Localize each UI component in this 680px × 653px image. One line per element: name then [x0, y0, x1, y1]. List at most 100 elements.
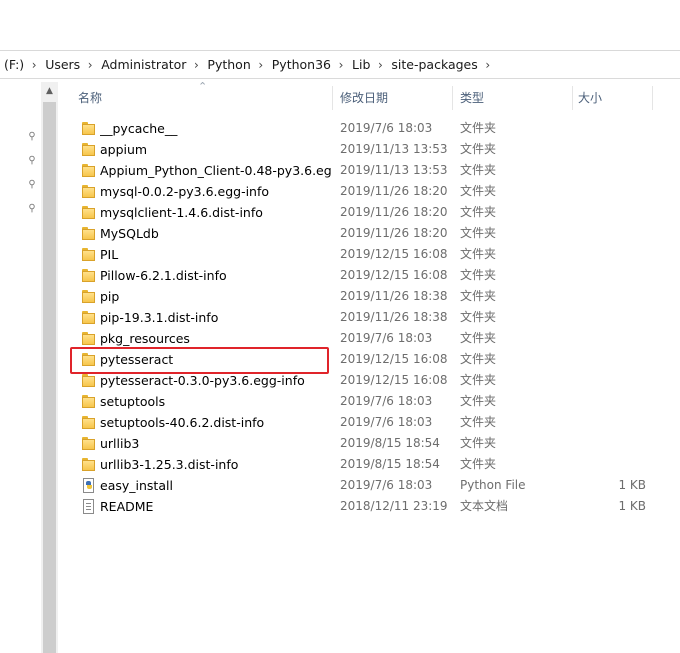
file-name[interactable]: urllib3 — [100, 433, 332, 454]
breadcrumb-label[interactable]: Python36 — [268, 57, 334, 72]
column-divider[interactable] — [652, 86, 653, 110]
breadcrumb-item[interactable]: Python — [203, 51, 267, 78]
breadcrumb-label[interactable]: (F:) — [0, 57, 27, 72]
file-row[interactable]: pkg_resources 2019/7/6 18:03 文件夹 — [58, 328, 680, 349]
file-name[interactable]: mysql-0.0.2-py3.6.egg-info — [100, 181, 332, 202]
file-date: 2019/7/6 18:03 — [340, 121, 433, 135]
pin-icon[interactable]: ⚲ — [26, 131, 38, 143]
column-header-size[interactable]: 大小 — [578, 84, 602, 112]
file-row[interactable]: pip-19.3.1.dist-info 2019/11/26 18:38 文件夹 — [58, 307, 680, 328]
file-row[interactable]: urllib3 2019/8/15 18:54 文件夹 — [58, 433, 680, 454]
breadcrumb-label[interactable]: Administrator — [97, 57, 189, 72]
file-type: 文件夹 — [460, 331, 497, 345]
file-size: 1 KB — [618, 478, 646, 492]
column-header-date[interactable]: 修改日期 — [340, 84, 388, 112]
breadcrumb-item[interactable]: site-packages — [387, 51, 494, 78]
file-row[interactable]: MySQLdb 2019/11/26 18:20 文件夹 — [58, 223, 680, 244]
file-row[interactable]: Pillow-6.2.1.dist-info 2019/12/15 16:08 文件… — [58, 265, 680, 286]
file-row[interactable]: appium 2019/11/13 13:53 文件夹 — [58, 139, 680, 160]
file-size — [578, 181, 646, 202]
chevron-right-icon[interactable] — [83, 58, 97, 72]
breadcrumb-item[interactable]: Lib — [348, 51, 387, 78]
file-row[interactable]: urllib3-1.25.3.dist-info 2019/8/15 18:54 文… — [58, 454, 680, 475]
file-name[interactable]: README — [100, 496, 332, 517]
file-date: 2019/7/6 18:03 — [340, 394, 433, 408]
breadcrumb-label[interactable]: Lib — [348, 57, 373, 72]
breadcrumb-item[interactable]: (F:) — [0, 51, 41, 78]
file-list: __pycache__ 2019/7/6 18:03 文件夹 appium 2019/… — [58, 118, 680, 517]
file-name[interactable]: mysqlclient-1.4.6.dist-info — [100, 202, 332, 223]
file-date: 2019/8/15 18:54 — [340, 436, 440, 450]
column-divider[interactable] — [452, 86, 453, 110]
chevron-right-icon[interactable] — [334, 58, 348, 72]
breadcrumb-label[interactable]: Users — [41, 57, 83, 72]
navigation-scrollbar[interactable]: ▲ — [41, 82, 58, 653]
file-name[interactable]: pkg_resources — [100, 328, 332, 349]
column-header-type[interactable]: 类型 — [460, 84, 484, 112]
file-name[interactable]: appium — [100, 139, 332, 160]
scrollbar-thumb[interactable] — [43, 102, 56, 653]
file-name[interactable]: pytesseract-0.3.0-py3.6.egg-info — [100, 370, 332, 391]
file-row[interactable]: pytesseract-0.3.0-py3.6.egg-info 2019/12/… — [58, 370, 680, 391]
breadcrumb-label[interactable]: Python — [203, 57, 253, 72]
file-date: 2019/7/6 18:03 — [340, 331, 433, 345]
file-row[interactable]: easy_install 2019/7/6 18:03 Python File 1 K… — [58, 475, 680, 496]
file-date: 2019/7/6 18:03 — [340, 415, 433, 429]
file-size — [578, 433, 646, 454]
pin-icon[interactable]: ⚲ — [26, 155, 38, 167]
breadcrumb-label[interactable]: site-packages — [387, 57, 480, 72]
file-name[interactable]: pip — [100, 286, 332, 307]
column-divider[interactable] — [572, 86, 573, 110]
file-type: 文件夹 — [460, 373, 497, 387]
chevron-right-icon[interactable] — [27, 58, 41, 72]
file-date: 2019/12/15 16:08 — [340, 268, 448, 282]
file-row[interactable]: mysql-0.0.2-py3.6.egg-info 2019/11/26 18:… — [58, 181, 680, 202]
breadcrumb-item[interactable]: Administrator — [97, 51, 203, 78]
file-name[interactable]: setuptools-40.6.2.dist-info — [100, 412, 332, 433]
file-date: 2019/11/13 13:53 — [340, 163, 448, 177]
file-name[interactable]: Appium_Python_Client-0.48-py3.6.egg... — [100, 160, 332, 181]
file-row[interactable]: Appium_Python_Client-0.48-py3.6.egg... 20… — [58, 160, 680, 181]
pin-icon[interactable]: ⚲ — [26, 203, 38, 215]
file-name[interactable]: Pillow-6.2.1.dist-info — [100, 265, 332, 286]
file-name[interactable]: urllib3-1.25.3.dist-info — [100, 454, 332, 475]
file-type: 文件夹 — [460, 457, 497, 471]
file-row[interactable]: PIL 2019/12/15 16:08 文件夹 — [58, 244, 680, 265]
column-divider[interactable] — [332, 86, 333, 110]
address-bar[interactable]: (F:) Users Administrator Python Python36… — [0, 51, 680, 79]
chevron-right-icon[interactable] — [481, 58, 495, 72]
file-name[interactable]: PIL — [100, 244, 332, 265]
file-name[interactable]: pytesseract — [100, 349, 332, 370]
file-name[interactable]: pip-19.3.1.dist-info — [100, 307, 332, 328]
file-size — [578, 265, 646, 286]
file-row[interactable]: setuptools-40.6.2.dist-info 2019/7/6 18:0… — [58, 412, 680, 433]
text-document-icon — [83, 499, 94, 514]
chevron-right-icon[interactable] — [189, 58, 203, 72]
folder-icon — [82, 373, 96, 388]
chevron-right-icon[interactable] — [373, 58, 387, 72]
file-type: 文件夹 — [460, 184, 497, 198]
file-date: 2019/12/15 16:08 — [340, 352, 448, 366]
file-name[interactable]: setuptools — [100, 391, 332, 412]
folder-icon — [82, 226, 96, 241]
file-date: 2019/12/15 16:08 — [340, 247, 448, 261]
file-row[interactable]: mysqlclient-1.4.6.dist-info 2019/11/26 18… — [58, 202, 680, 223]
chevron-right-icon[interactable] — [254, 58, 268, 72]
file-row[interactable]: README 2018/12/11 23:19 文本文档 1 KB — [58, 496, 680, 517]
pin-icon[interactable]: ⚲ — [26, 179, 38, 191]
breadcrumb-item[interactable]: Users — [41, 51, 97, 78]
file-date: 2019/11/26 18:20 — [340, 226, 448, 240]
file-type: 文件夹 — [460, 289, 497, 303]
file-size — [578, 370, 646, 391]
file-row[interactable]: pip 2019/11/26 18:38 文件夹 — [58, 286, 680, 307]
file-row[interactable]: setuptools 2019/7/6 18:03 文件夹 — [58, 391, 680, 412]
scroll-up-arrow-icon[interactable]: ▲ — [41, 84, 58, 98]
column-header-row: ⌃ 名称 修改日期 类型 大小 — [58, 80, 680, 112]
file-row[interactable]: __pycache__ 2019/7/6 18:03 文件夹 — [58, 118, 680, 139]
file-name[interactable]: easy_install — [100, 475, 332, 496]
file-row[interactable]: pytesseract 2019/12/15 16:08 文件夹 — [58, 349, 680, 370]
breadcrumb-item[interactable]: Python36 — [268, 51, 348, 78]
column-header-name[interactable]: 名称 — [78, 84, 102, 112]
file-name[interactable]: __pycache__ — [100, 118, 332, 139]
file-name[interactable]: MySQLdb — [100, 223, 332, 244]
